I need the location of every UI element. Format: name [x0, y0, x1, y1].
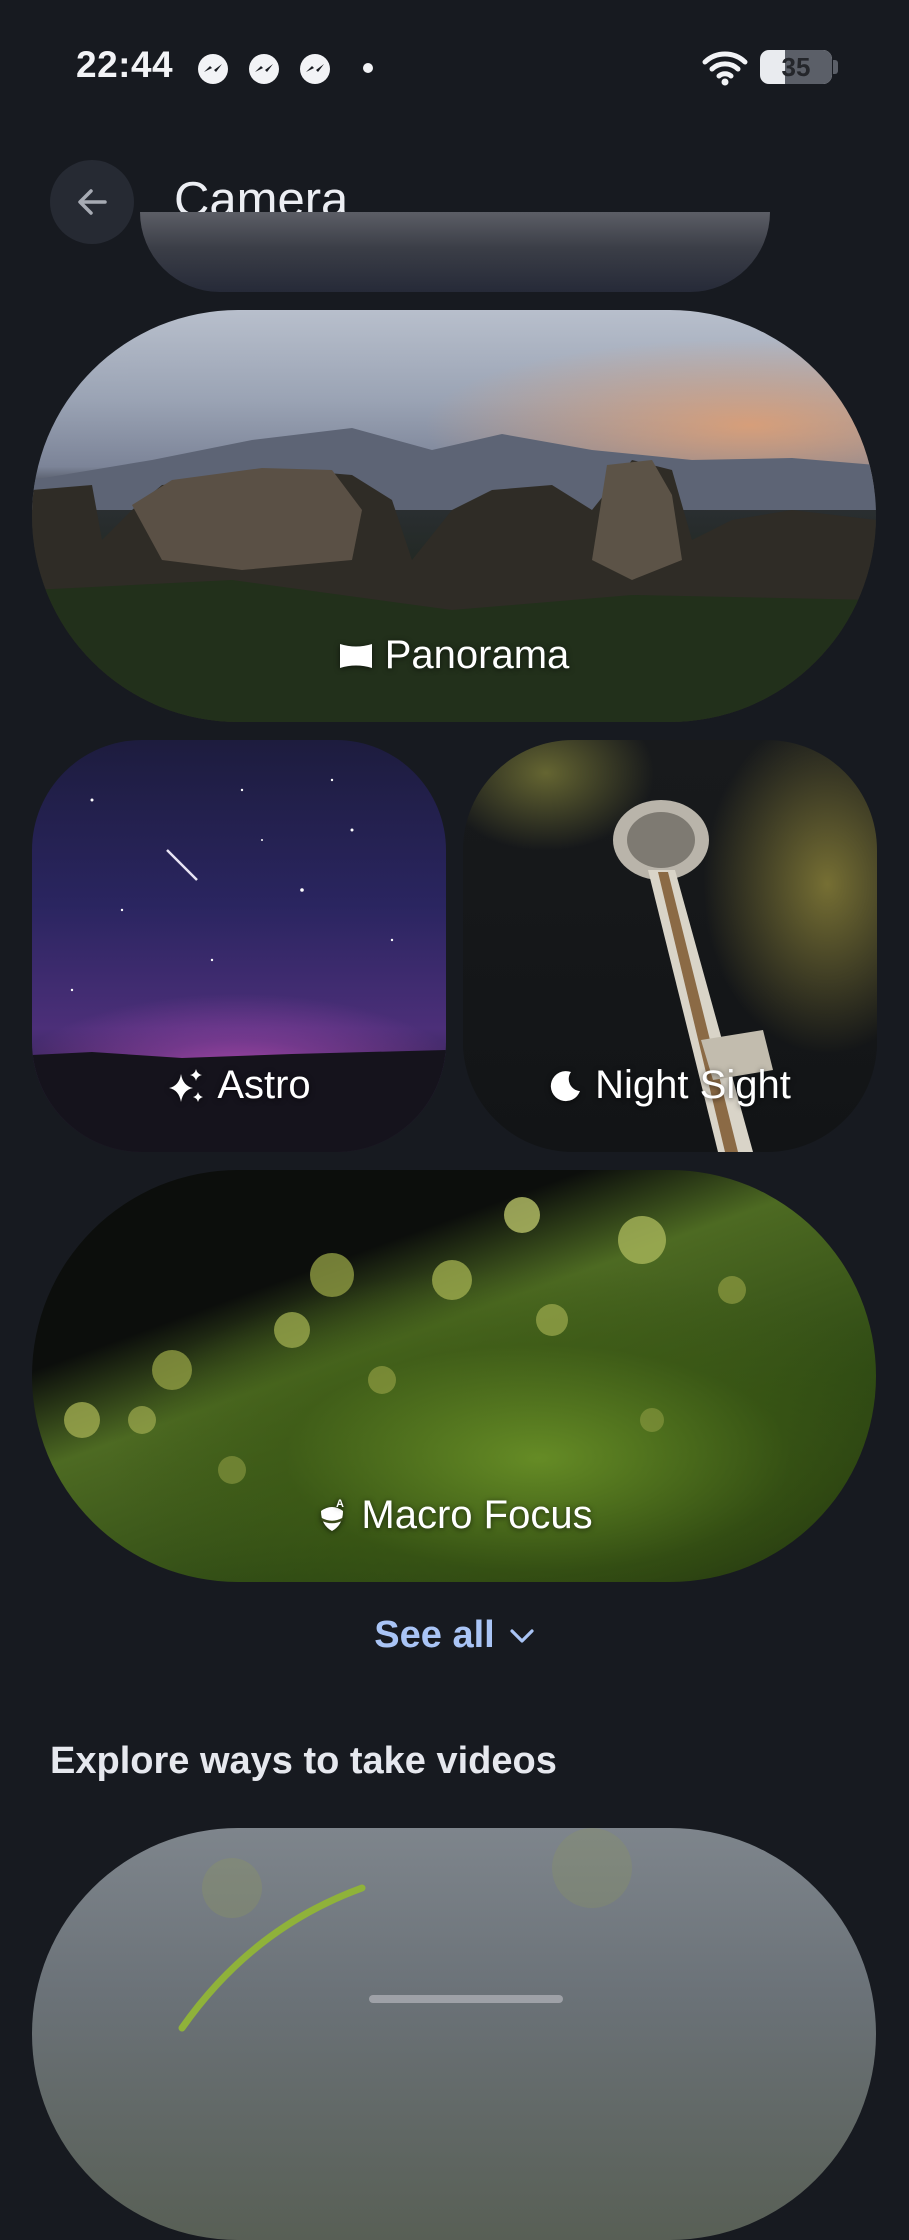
- panorama-icon: [339, 643, 372, 668]
- night-sight-label: Night Sight: [595, 1063, 791, 1107]
- panorama-label-group: Panorama: [32, 633, 876, 678]
- video-mode-image: [178, 1828, 632, 2032]
- messenger-icon: [198, 54, 228, 84]
- messenger-icon: [249, 54, 279, 84]
- arrow-left-icon: [78, 189, 107, 215]
- back-button[interactable]: [50, 160, 134, 244]
- macro-focus-label: Macro Focus: [361, 1493, 593, 1537]
- macro-focus-label-group: A Macro Focus: [32, 1493, 876, 1538]
- sparkle-icon: [169, 1068, 204, 1102]
- astro-label: Astro: [217, 1063, 311, 1107]
- messenger-icon: [300, 54, 330, 84]
- macro-focus-card[interactable]: A Macro Focus: [32, 1170, 876, 1582]
- panorama-card[interactable]: Panorama: [32, 310, 876, 722]
- battery-tip: [833, 60, 838, 74]
- night-sight-label-group: Night Sight: [463, 1063, 877, 1108]
- svg-text:A: A: [336, 1498, 344, 1510]
- chevron-down-icon: [510, 1628, 534, 1643]
- wifi-icon: [702, 50, 748, 91]
- see-all-button[interactable]: See all: [0, 1614, 909, 1657]
- moon-icon: [550, 1070, 581, 1101]
- astro-card[interactable]: Astro: [32, 740, 446, 1152]
- astro-label-group: Astro: [32, 1063, 446, 1108]
- status-time: 22:44: [76, 44, 174, 85]
- home-indicator[interactable]: [369, 1995, 563, 2003]
- videos-section-heading: Explore ways to take videos: [50, 1740, 557, 1782]
- night-sight-card[interactable]: Night Sight: [463, 740, 877, 1152]
- macro-flower-icon: A: [320, 1498, 344, 1531]
- battery-level: 35: [781, 52, 811, 82]
- video-mode-card[interactable]: [32, 1828, 876, 2240]
- more-notifications-dot: [363, 63, 373, 73]
- previous-mode-card[interactable]: [140, 212, 770, 292]
- panorama-label: Panorama: [384, 633, 570, 677]
- see-all-label: See all: [374, 1614, 495, 1656]
